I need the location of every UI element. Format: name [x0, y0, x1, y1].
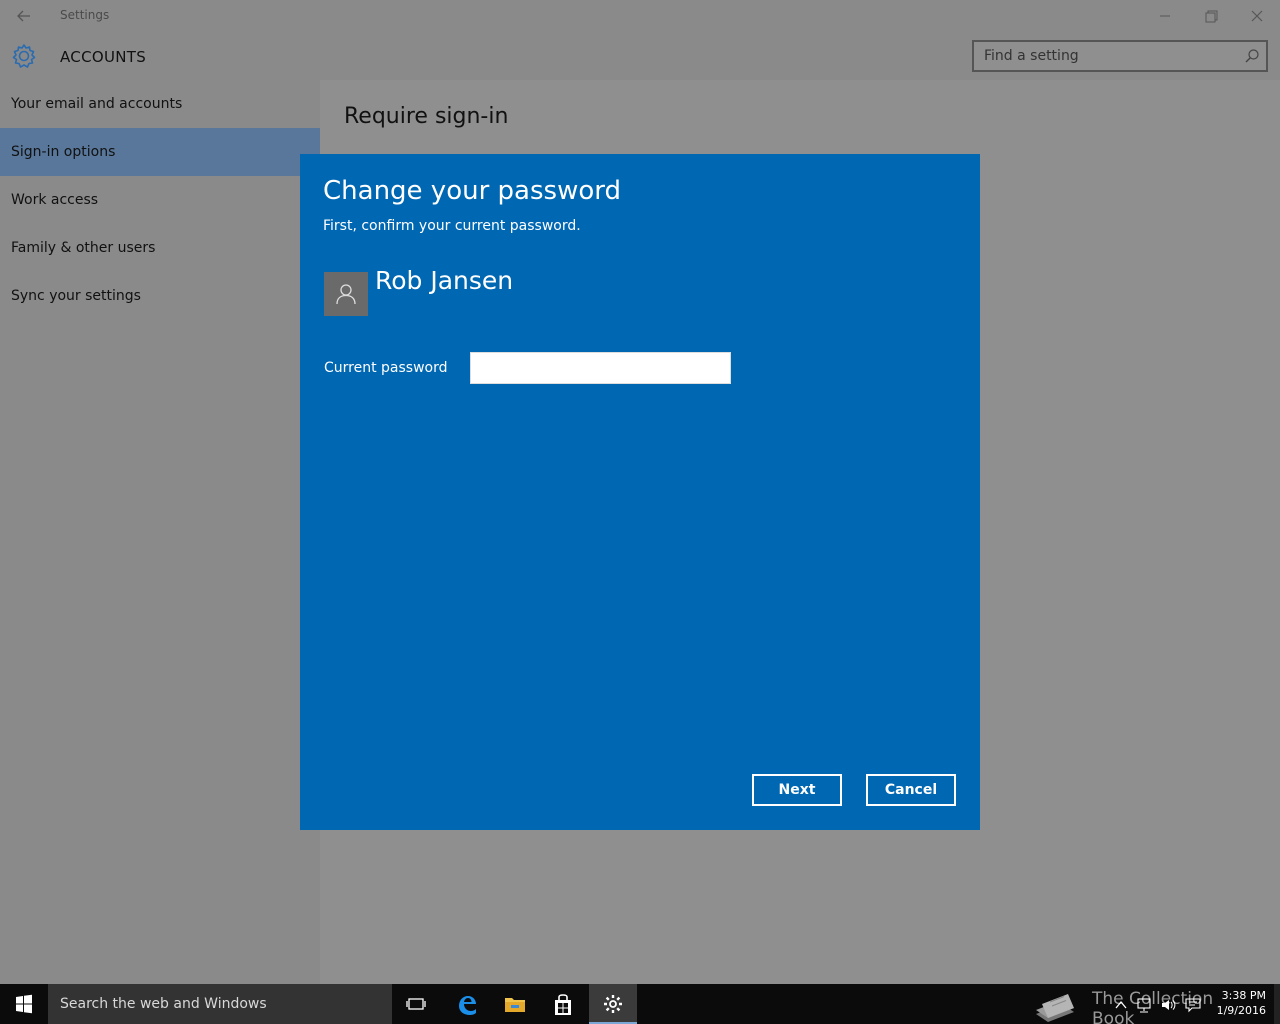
settings-gear-icon: [604, 995, 622, 1013]
search-icon[interactable]: [1244, 48, 1260, 64]
search-input[interactable]: [974, 42, 1234, 70]
settings-taskbar-button[interactable]: [589, 984, 637, 1024]
dialog-title: Change your password: [323, 176, 621, 206]
user-icon: [336, 284, 356, 305]
store-icon: [555, 994, 571, 1015]
change-password-dialog: Change your password First, confirm your…: [300, 154, 980, 830]
task-view-button[interactable]: [392, 984, 440, 1024]
taskbar: Search the web and Windows The Collectio…: [0, 984, 1280, 1024]
restore-button[interactable]: [1196, 4, 1226, 28]
sidebar-item-work-access[interactable]: Work access: [0, 176, 320, 224]
taskbar-search-text: Search the web and Windows: [60, 996, 267, 1012]
start-button[interactable]: [0, 984, 48, 1024]
sidebar-item-label: Family & other users: [11, 240, 156, 256]
sidebar-item-label: Your email and accounts: [11, 96, 183, 112]
sidebar: Your email and accounts Sign-in options …: [0, 80, 320, 984]
current-password-input[interactable]: [470, 352, 731, 384]
network-icon: [1137, 998, 1151, 1013]
edge-browser-button[interactable]: [442, 984, 490, 1024]
windows-logo-icon: [16, 994, 32, 1014]
store-button[interactable]: [539, 984, 587, 1024]
settings-search-box[interactable]: [972, 40, 1268, 72]
close-button[interactable]: [1242, 4, 1272, 28]
sidebar-item-label: Work access: [11, 192, 99, 208]
minimize-icon: [1160, 15, 1170, 17]
sidebar-item-sign-in-options[interactable]: Sign-in options: [0, 128, 320, 176]
edge-icon: [459, 996, 476, 1015]
current-password-label: Current password: [324, 360, 448, 376]
minimize-button[interactable]: [1150, 4, 1180, 28]
dialog-subtitle: First, confirm your current password.: [323, 218, 581, 234]
taskbar-clock[interactable]: 3:38 PM 1/9/2016: [1214, 988, 1266, 1018]
show-desktop-button[interactable]: [1274, 984, 1280, 1024]
sidebar-item-label: Sync your settings: [11, 288, 141, 304]
sidebar-item-family-users[interactable]: Family & other users: [0, 224, 320, 272]
restore-icon: [1205, 10, 1218, 23]
chevron-up-icon: [1115, 1000, 1127, 1009]
back-arrow-icon: [17, 10, 30, 22]
system-tray[interactable]: [1114, 996, 1210, 1014]
content-heading: Require sign-in: [344, 104, 509, 129]
next-button[interactable]: Next: [752, 774, 842, 806]
close-icon: [1251, 10, 1263, 22]
volume-icon: [1162, 1000, 1176, 1010]
avatar: [324, 272, 368, 316]
gear-icon: [12, 44, 36, 68]
task-view-icon: [406, 998, 426, 1010]
sidebar-item-email-accounts[interactable]: Your email and accounts: [0, 80, 320, 128]
file-explorer-button[interactable]: [490, 984, 538, 1024]
clock-time: 3:38 PM: [1221, 989, 1266, 1002]
header: ACCOUNTS: [0, 32, 1280, 80]
cancel-button[interactable]: Cancel: [866, 774, 956, 806]
sidebar-item-sync-settings[interactable]: Sync your settings: [0, 272, 320, 320]
sidebar-item-label: Sign-in options: [11, 144, 116, 160]
window-title: Settings: [60, 8, 110, 22]
section-title: ACCOUNTS: [60, 48, 147, 66]
back-button[interactable]: [8, 4, 40, 28]
book-icon: [1036, 994, 1074, 1022]
taskbar-search-box[interactable]: Search the web and Windows: [48, 984, 392, 1024]
folder-icon: [505, 998, 525, 1012]
user-name: Rob Jansen: [375, 266, 514, 295]
title-bar: Settings: [0, 0, 1280, 32]
action-center-icon: [1185, 998, 1201, 1013]
clock-date: 1/9/2016: [1216, 1004, 1266, 1017]
